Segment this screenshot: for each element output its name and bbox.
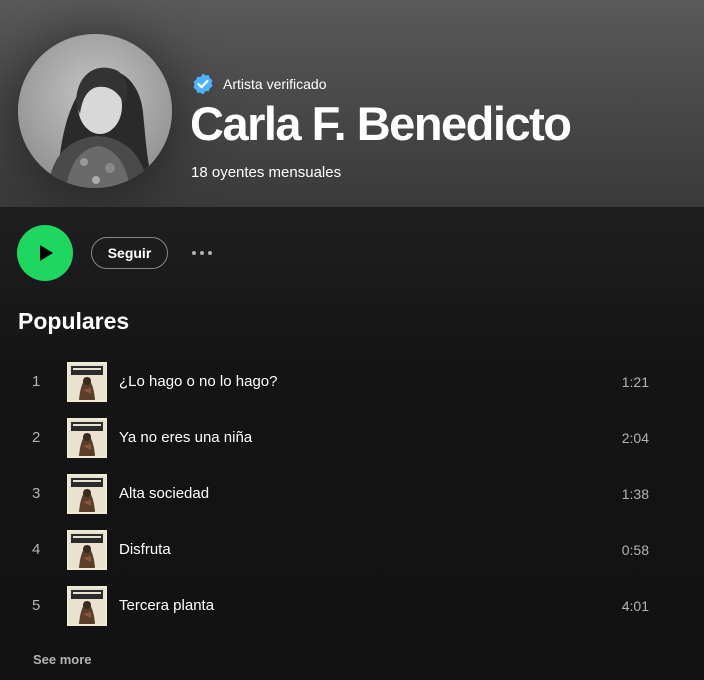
track-title[interactable]: Tercera planta [119,578,214,634]
track-row[interactable]: 5 Tercera planta 4:01 [18,578,686,634]
track-row[interactable]: 2 Ya no eres una niña 2:04 [18,410,686,466]
artist-avatar [18,34,172,188]
track-number: 3 [32,485,41,502]
album-cover-image [67,474,107,514]
track-number: 1 [32,373,41,390]
track-duration: 1:21 [621,374,649,390]
more-dot-icon [192,251,196,255]
track-title[interactable]: ¿Lo hago o no lo hago? [119,354,277,410]
track-duration: 4:01 [621,598,649,614]
artist-name: Carla F. Benedicto [190,97,572,150]
more-options-button[interactable] [187,243,217,263]
artist-photo-image [18,34,172,188]
follow-button[interactable]: Seguir [91,237,168,269]
monthly-listeners: 18 oyentes mensuales [191,164,342,181]
track-number: 5 [32,597,41,614]
track-number: 2 [32,429,41,446]
track-title[interactable]: Alta sociedad [119,466,209,522]
play-button[interactable] [17,225,73,281]
album-cover-image [67,418,107,458]
verified-text: Artista verificado [223,76,327,92]
album-cover-image [67,530,107,570]
verified-badge-icon [193,73,213,95]
album-cover-image [67,362,107,402]
track-number: 4 [32,541,41,558]
popular-section-title: Populares [18,308,130,334]
more-dot-icon [200,251,204,255]
track-duration: 0:58 [621,542,649,558]
verified-artist-label: Artista verificado [191,72,326,96]
track-row[interactable]: 1 ¿Lo hago o no lo hago? 1:21 [18,354,686,410]
see-more-button[interactable]: See more [33,652,92,667]
popular-tracks-list: 1 ¿Lo hago o no lo hago? 1:21 2 Ya no er… [18,354,686,634]
play-icon [40,245,53,261]
album-cover-image [67,586,107,626]
track-duration: 1:38 [621,486,649,502]
track-row[interactable]: 3 Alta sociedad 1:38 [18,466,686,522]
track-title[interactable]: Disfruta [119,522,171,578]
more-dot-icon [208,251,212,255]
track-title[interactable]: Ya no eres una niña [119,410,252,466]
track-row[interactable]: 4 Disfruta 0:58 [18,522,686,578]
track-duration: 2:04 [621,430,649,446]
